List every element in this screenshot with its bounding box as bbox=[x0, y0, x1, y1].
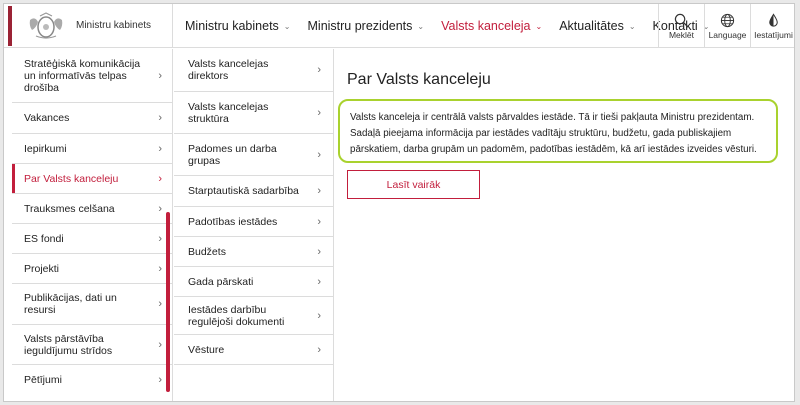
active-item-marker bbox=[12, 164, 15, 193]
chevron-right-icon: › bbox=[158, 262, 162, 275]
chevron-right-icon: › bbox=[158, 142, 162, 155]
language-button[interactable]: Language bbox=[704, 4, 750, 48]
menu-item-label: Valsts pārstāvība ieguldījumu strīdos bbox=[24, 332, 113, 357]
menu-item-label: Trauksmes celšana bbox=[24, 202, 115, 215]
submenu-item-struktura[interactable]: Valsts kancelejas struktūra › bbox=[174, 92, 333, 134]
nav-label: Ministru prezidents bbox=[307, 19, 413, 33]
menu-item-label: Publikācijas, dati un resursi bbox=[24, 292, 117, 316]
submenu-item-padomes[interactable]: Padomes un darba grupas › bbox=[174, 134, 333, 176]
submenu-item-padotibas[interactable]: Padotības iestādes › bbox=[174, 207, 333, 237]
chevron-right-icon: › bbox=[158, 112, 162, 124]
chevron-right-icon: › bbox=[317, 106, 321, 119]
chevron-right-icon: › bbox=[317, 185, 321, 197]
menu-item-petijumi[interactable]: Pētījumi › bbox=[12, 365, 172, 395]
header-tools: Meklēt Language Iestatījumi bbox=[658, 4, 794, 48]
nav-item-valsts-kanceleja[interactable]: Valsts kanceleja ⌄ bbox=[441, 19, 542, 33]
submenu-item-label: Valsts kancelejas struktūra bbox=[188, 100, 269, 125]
submenu-item-label: Budžets bbox=[188, 245, 226, 258]
submenu-item-label: Vēsture bbox=[188, 343, 225, 356]
menu-item-vakances[interactable]: Vakances › bbox=[12, 103, 172, 134]
menu-item-trauksmes-celsana[interactable]: Trauksmes celšana › bbox=[12, 194, 172, 224]
chevron-down-icon: ⌄ bbox=[417, 21, 425, 31]
menu-item-es-fondi[interactable]: ES fondi › bbox=[12, 224, 172, 254]
search-label: Meklēt bbox=[668, 29, 695, 40]
contrast-drop-icon bbox=[769, 12, 778, 27]
submenu-item-label: Gada pārskati bbox=[188, 275, 254, 288]
nav-label: Ministru kabinets bbox=[185, 19, 279, 33]
submenu-item-label: Starptautiskā sadarbība bbox=[188, 185, 299, 197]
chevron-right-icon: › bbox=[158, 69, 162, 82]
nav-item-ministru-prezidents[interactable]: Ministru prezidents ⌄ bbox=[308, 19, 425, 33]
coat-of-arms-logo[interactable] bbox=[26, 12, 66, 40]
section-menu: Stratēģiskā komunikācija un informatīvās… bbox=[12, 49, 173, 401]
nav-label: Valsts kanceleja bbox=[441, 19, 531, 33]
menu-item-label: Iepirkumi bbox=[24, 142, 67, 155]
language-label: Language bbox=[708, 29, 747, 40]
settings-button[interactable]: Iestatījumi bbox=[750, 4, 794, 48]
submenu-item-label: Valsts kancelejas direktors bbox=[188, 58, 269, 82]
submenu-item-vesture[interactable]: Vēsture › bbox=[174, 335, 333, 365]
chevron-right-icon: › bbox=[317, 148, 321, 161]
submenu-item-label: Padomes un darba grupas bbox=[188, 142, 277, 167]
menu-item-par-valsts-kanceleju[interactable]: Par Valsts kanceleju › bbox=[12, 164, 172, 194]
submenu-item-gada-parskati[interactable]: Gada pārskati › bbox=[174, 267, 333, 297]
menu-item-label: Vakances bbox=[24, 112, 70, 124]
content-panel: Par Valsts kanceleju Valsts kanceleja ir… bbox=[335, 49, 794, 401]
chevron-right-icon: › bbox=[317, 245, 321, 258]
page-title: Par Valsts kanceleju bbox=[347, 71, 491, 88]
submenu-item-label: Padotības iestādes bbox=[188, 215, 278, 228]
chevron-right-icon: › bbox=[317, 309, 321, 322]
submenu-item-budzets[interactable]: Budžets › bbox=[174, 237, 333, 267]
nav-item-ministru-kabinets[interactable]: Ministru kabinets ⌄ bbox=[185, 19, 291, 33]
submenu-item-dokumenti[interactable]: Iestādes darbību regulējoši dokumenti › bbox=[174, 297, 333, 335]
site-header: Ministru kabinets Ministru kabinets ⌄ Min… bbox=[4, 4, 794, 48]
chevron-down-icon: ⌄ bbox=[535, 21, 543, 31]
nav-item-aktualitates[interactable]: Aktualitātes ⌄ bbox=[559, 19, 635, 33]
brand-bar bbox=[8, 6, 12, 46]
browser-frame: Ministru kabinets Ministru kabinets ⌄ Min… bbox=[3, 3, 795, 402]
submenu-item-label: Iestādes darbību regulējoši dokumenti bbox=[188, 303, 285, 328]
menu-item-label: Stratēģiskā komunikācija un informatīvās… bbox=[24, 57, 141, 94]
menu-item-label: Projekti bbox=[24, 262, 60, 275]
description-text: Valsts kanceleja ir centrālā valsts pārv… bbox=[338, 99, 778, 163]
submenu-item-starptautiska[interactable]: Starptautiskā sadarbība › bbox=[174, 176, 333, 207]
menu-item-label: Par Valsts kanceleju bbox=[24, 172, 119, 185]
nav-label: Aktualitātes bbox=[559, 19, 624, 33]
main-nav: Ministru kabinets ⌄ Ministru prezidents ⌄ … bbox=[172, 4, 726, 48]
menu-item-label: ES fondi bbox=[24, 232, 64, 245]
chevron-right-icon: › bbox=[317, 275, 321, 288]
chevron-right-icon: › bbox=[317, 343, 321, 356]
chevron-down-icon: ⌄ bbox=[628, 21, 636, 31]
submenu-item-direktors[interactable]: Valsts kancelejas direktors › bbox=[174, 49, 333, 92]
globe-icon bbox=[720, 13, 735, 27]
chevron-right-icon: › bbox=[158, 374, 162, 386]
menu-item-strategiska-komunikacija[interactable]: Stratēģiskā komunikācija un informatīvās… bbox=[12, 49, 172, 103]
chevron-right-icon: › bbox=[317, 215, 321, 228]
menu-item-publikacijas[interactable]: Publikācijas, dati un resursi › bbox=[12, 284, 172, 325]
menu-item-label: Pētījumi bbox=[24, 374, 62, 386]
menu-item-projekti[interactable]: Projekti › bbox=[12, 254, 172, 284]
chevron-right-icon: › bbox=[158, 232, 162, 245]
chevron-right-icon: › bbox=[317, 64, 321, 76]
chevron-down-icon: ⌄ bbox=[283, 21, 291, 31]
menu-item-valsts-parstaviba[interactable]: Valsts pārstāvība ieguldījumu strīdos › bbox=[12, 325, 172, 365]
menu-scrollbar[interactable] bbox=[166, 212, 170, 392]
search-icon bbox=[674, 13, 689, 28]
read-more-button[interactable]: Lasīt vairāk bbox=[347, 170, 480, 199]
chevron-right-icon: › bbox=[158, 338, 162, 351]
chevron-right-icon: › bbox=[158, 172, 162, 185]
search-button[interactable]: Meklēt bbox=[658, 4, 704, 48]
chevron-right-icon: › bbox=[158, 298, 162, 310]
settings-label: Iestatījumi bbox=[754, 29, 793, 40]
chevron-right-icon: › bbox=[158, 202, 162, 215]
submenu: Valsts kancelejas direktors › Valsts kanc… bbox=[174, 49, 334, 401]
logo-text[interactable]: Ministru kabinets bbox=[76, 20, 151, 31]
menu-item-iepirkumi[interactable]: Iepirkumi › bbox=[12, 134, 172, 164]
